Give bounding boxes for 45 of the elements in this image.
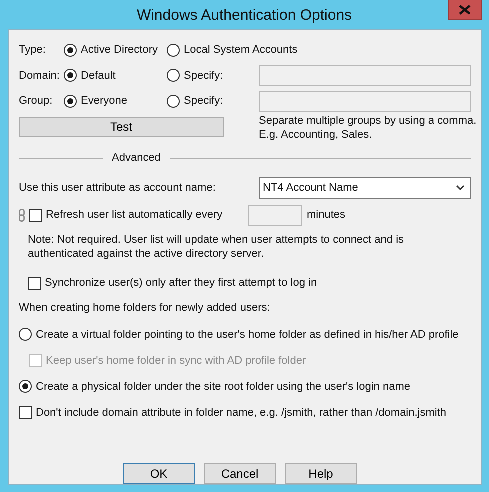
unit-label: minutes bbox=[307, 209, 346, 221]
radio-label: Create a physical folder under the site root folder using the user's login name bbox=[36, 380, 410, 392]
field-label: Type: bbox=[19, 44, 47, 56]
radio-label: Specify: bbox=[184, 95, 224, 108]
checkbox[interactable] bbox=[19, 406, 32, 419]
close-button[interactable] bbox=[448, 0, 482, 20]
dialog-button[interactable]: Cancel bbox=[204, 463, 276, 484]
radio-button[interactable] bbox=[64, 44, 77, 57]
radio-button[interactable] bbox=[19, 328, 32, 341]
radio-label: Create a virtual folder pointing to the user's home folder as defined in his/her AD profile bbox=[36, 328, 459, 340]
input-field[interactable] bbox=[259, 65, 471, 86]
field-label: Use this user attribute as account name: bbox=[19, 182, 216, 194]
window-title: Windows Authentication Options bbox=[136, 6, 352, 24]
hint-text: Separate multiple groups by using a comma. E.g. Accounting, Sales. bbox=[259, 114, 478, 143]
radio-label: Specify: bbox=[184, 70, 224, 82]
input-field[interactable] bbox=[248, 204, 302, 226]
radio-button[interactable] bbox=[19, 380, 32, 393]
radio-button[interactable] bbox=[64, 69, 77, 82]
radio-label: Local System Accounts bbox=[184, 44, 298, 56]
field-label: Domain: bbox=[19, 70, 61, 82]
note-text: Note: Not required. User list will update when user attempts to connect and is authenticated against the active directory server. bbox=[28, 233, 406, 261]
radio-label: Default bbox=[81, 70, 116, 82]
section-title: Advanced bbox=[111, 152, 162, 164]
input-field[interactable] bbox=[259, 90, 471, 112]
radio-label: Everyone bbox=[81, 95, 128, 108]
checkbox[interactable] bbox=[29, 208, 42, 222]
dropdown[interactable]: NT4 Account Name bbox=[259, 177, 471, 199]
radio-button[interactable] bbox=[167, 44, 180, 57]
chain-link-icon bbox=[19, 208, 25, 222]
field-label: Group: bbox=[19, 95, 54, 108]
dialog-button[interactable]: Help bbox=[285, 463, 357, 484]
radio-label: Active Directory bbox=[81, 44, 158, 56]
test-button[interactable]: Test bbox=[19, 117, 224, 137]
close-icon bbox=[459, 4, 471, 14]
checkbox-label: Synchronize user(s) only after they first attempt to log in bbox=[45, 277, 318, 289]
chevron-down-icon bbox=[456, 185, 465, 191]
checkbox-label: Don't include domain attribute in folder name, e.g. /jsmith, rather than /domain.jsmith bbox=[36, 406, 447, 418]
checkbox-label: Refresh user list automatically every bbox=[46, 209, 223, 221]
radio-button[interactable] bbox=[64, 94, 77, 108]
checkbox-label: Keep user's home folder in sync with AD profile folder bbox=[46, 354, 306, 366]
radio-button[interactable] bbox=[167, 94, 180, 108]
checkbox[interactable] bbox=[28, 276, 41, 290]
radio-button[interactable] bbox=[167, 69, 180, 82]
section-label: When creating home folders for newly added users: bbox=[19, 302, 272, 316]
dialog-button[interactable]: OK bbox=[123, 463, 195, 484]
